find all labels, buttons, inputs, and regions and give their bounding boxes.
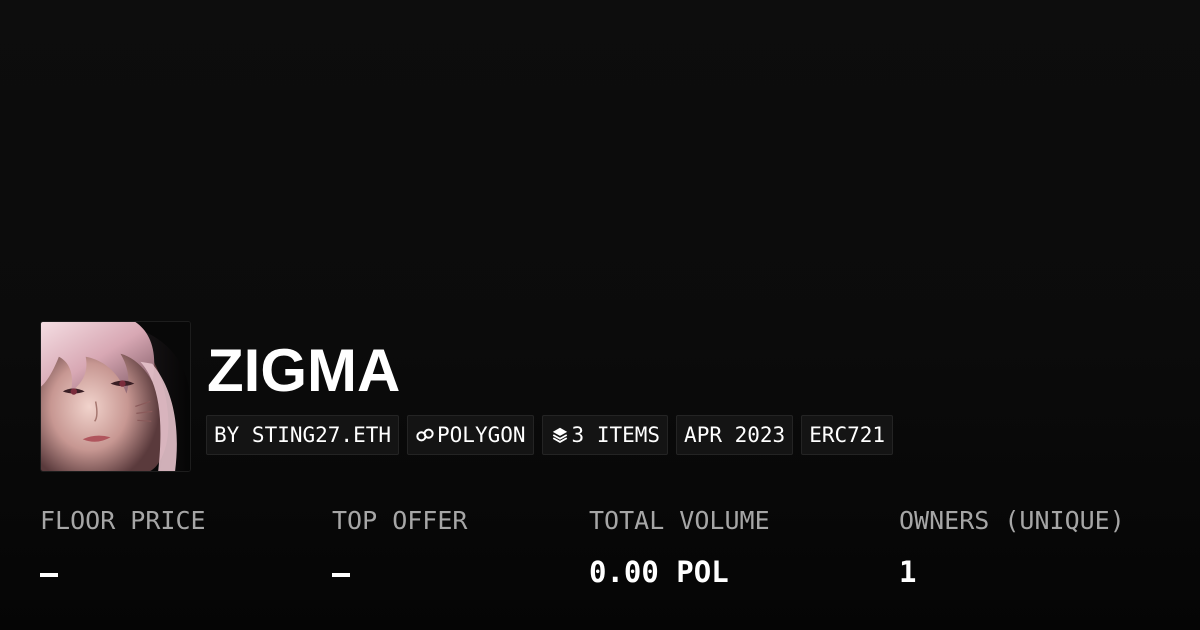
owners-label: OWNERS (UNIQUE) — [899, 506, 1125, 535]
polygon-link-icon — [415, 425, 435, 445]
total-volume-stat: TOTAL VOLUME 0.00 POL — [589, 505, 770, 589]
top-offer-stat: TOP OFFER — — [332, 505, 467, 589]
items-label: 3 ITEMS — [571, 423, 661, 447]
top-offer-empty-dash — [332, 573, 350, 577]
total-volume-value: 0.00 POL — [589, 555, 729, 589]
items-chip[interactable]: 3 ITEMS — [541, 415, 669, 455]
floor-price-stat: FLOOR PRICE — — [40, 505, 206, 589]
standard-label: ERC721 — [809, 423, 886, 447]
collection-avatar — [40, 321, 191, 472]
top-offer-value: — — [332, 555, 467, 589]
standard-chip: ERC721 — [801, 415, 894, 455]
collection-share-card: ZIGMA BY STING27.ETH POLYGON 3 ITEMS APR… — [0, 0, 1200, 630]
owners-stat: OWNERS (UNIQUE) 1 — [899, 505, 1125, 589]
layers-icon — [550, 425, 570, 445]
chain-label: POLYGON — [437, 423, 526, 447]
date-chip: APR 2023 — [676, 415, 794, 455]
creator-label: BY STING27.ETH — [214, 423, 392, 447]
collection-meta-chips: BY STING27.ETH POLYGON 3 ITEMS APR 2023 … — [206, 415, 894, 455]
chain-chip[interactable]: POLYGON — [407, 415, 534, 455]
date-label: APR 2023 — [684, 423, 786, 447]
owners-value: 1 — [899, 555, 917, 589]
creator-chip[interactable]: BY STING27.ETH — [206, 415, 400, 455]
collection-title: ZIGMA — [207, 337, 401, 404]
total-volume-label: TOTAL VOLUME — [589, 506, 770, 535]
floor-price-label: FLOOR PRICE — [40, 506, 206, 535]
anime-portrait-avatar-image — [41, 322, 190, 471]
top-offer-label: TOP OFFER — [332, 506, 468, 535]
floor-price-empty-dash — [40, 573, 58, 577]
floor-price-value: — — [40, 555, 206, 589]
